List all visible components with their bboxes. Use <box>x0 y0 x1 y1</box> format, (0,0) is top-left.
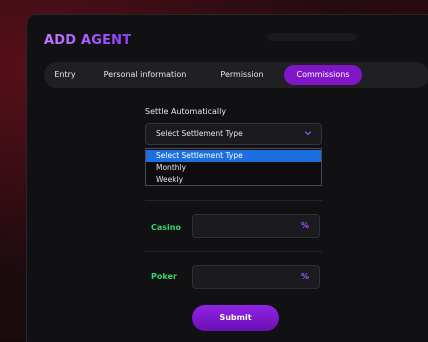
option-monthly[interactable]: Monthly <box>146 162 321 174</box>
percent-icon: % <box>300 272 309 281</box>
poker-commission-input[interactable]: % <box>192 265 320 289</box>
casino-label: Casino <box>151 223 181 232</box>
add-agent-modal: ADD AGENT Entry Personal information Per… <box>26 14 428 342</box>
background-placeholder <box>267 33 357 41</box>
settlement-type-value: Select Settlement Type <box>156 129 243 138</box>
percent-icon: % <box>300 221 309 230</box>
submit-button[interactable]: Submit <box>192 305 279 331</box>
option-weekly[interactable]: Weekly <box>146 174 321 186</box>
chevron-down-icon <box>304 131 312 136</box>
tab-personal-information[interactable]: Personal information <box>88 65 202 85</box>
casino-commission-input[interactable]: % <box>192 214 320 238</box>
tab-commissions[interactable]: Commissions <box>284 65 362 85</box>
divider <box>145 200 322 201</box>
modal-title: ADD AGENT <box>44 33 132 48</box>
poker-label: Poker <box>151 272 177 281</box>
tab-entry[interactable]: Entry <box>48 65 82 85</box>
settlement-type-select[interactable]: Select Settlement Type <box>145 123 322 145</box>
tab-permission[interactable]: Permission <box>206 65 278 85</box>
settlement-type-options: Select Settlement Type Monthly Weekly <box>145 148 322 186</box>
settle-automatically-label: Settle Automatically <box>145 107 227 116</box>
option-select-settlement-type[interactable]: Select Settlement Type <box>146 150 321 162</box>
divider <box>145 251 322 252</box>
tab-bar: Entry Personal information Permission Co… <box>44 62 428 88</box>
